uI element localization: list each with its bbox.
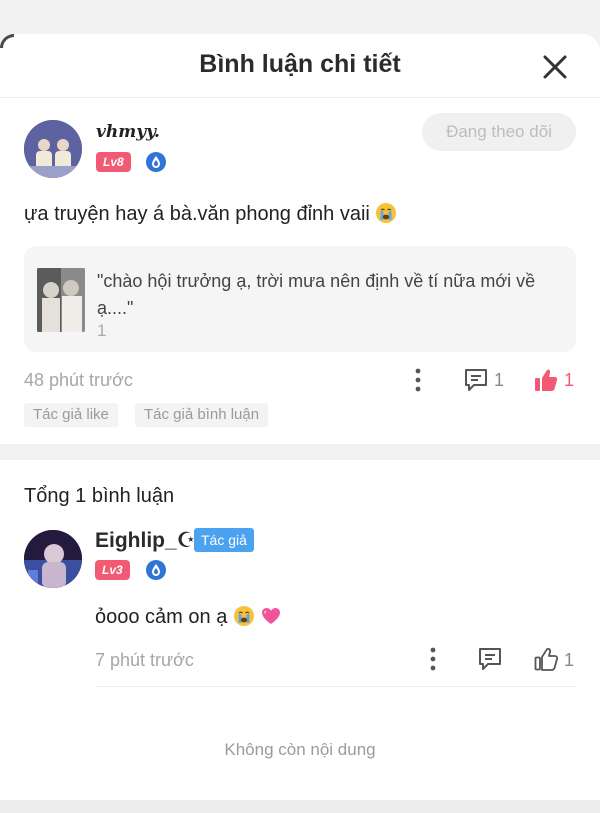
comment-text: ựa truyện hay á bà.văn phong đỉnh vaii [24,203,370,225]
reply-like-button[interactable] [533,646,559,677]
comment-body: ựa truyện hay á bà.văn phong đỉnh vaii [24,202,397,226]
pink-heart-icon [262,608,281,624]
avatar-image [24,120,82,178]
comment-icon [479,648,501,670]
more-vertical-icon [430,647,436,671]
reply-username[interactable]: Eighlip_☪ [95,528,196,553]
reply-text: ỏooo cảm on ạ [95,606,228,628]
quote-text: "chào hội trưởng ạ, trời mưa nên định về… [97,271,536,318]
reply-divider [95,686,575,687]
quoted-chapter-card[interactable]: "chào hội trưởng ạ, trời mưa nên định về… [24,246,576,352]
quote-count: 1 [97,321,107,340]
crying-face-emoji-icon [233,606,254,626]
reply-avatar[interactable] [24,530,82,588]
tag-author-commented: Tác giả bình luận [135,403,269,427]
close-icon [543,55,567,79]
reply-timestamp: 7 phút trước [95,650,194,670]
following-button[interactable]: Đang theo dõi [422,113,576,151]
level-badge: Lv8 [96,152,131,172]
reply-comment-button[interactable] [477,646,503,677]
thumbs-up-filled-icon [535,369,558,391]
droplet-badge-icon [146,152,166,172]
more-options-button[interactable] [413,367,423,393]
droplet-badge-icon [146,560,166,580]
reply-like-count: 1 [564,650,575,670]
crying-face-emoji-icon [376,203,397,223]
thumbs-up-outline-icon [534,647,559,671]
quote-thumbnail [37,268,85,332]
page-title: Bình luận chi tiết [199,50,401,78]
total-replies-label: Tổng 1 bình luận [24,485,175,507]
avatar-image [24,530,82,588]
bottom-strip [0,800,600,813]
reply-body: ỏooo cảm on ạ [95,605,282,629]
section-divider [0,444,600,460]
comment-icon [465,369,487,391]
comment-detail-sheet: Bình luận chi tiết vhmyy. Lv8 Đang theo … [0,34,600,800]
reply-button[interactable] [463,367,489,398]
tag-author-liked: Tác giả like [24,403,118,427]
sheet-header: Bình luận chi tiết [0,34,600,98]
like-button[interactable] [533,367,559,398]
comment-username[interactable]: vhmyy. [96,122,160,142]
reply-more-options-button[interactable] [428,646,438,672]
author-tag-badge: Tác giả [194,528,254,552]
level-badge: Lv3 [95,560,130,580]
comment-timestamp: 48 phút trước [24,370,133,390]
more-vertical-icon [415,368,421,392]
end-of-content-label: Không còn nội dung [224,740,376,759]
avatar[interactable] [24,120,82,178]
like-count: 1 [564,370,575,390]
close-button[interactable] [538,50,572,84]
reply-count: 1 [494,370,505,390]
